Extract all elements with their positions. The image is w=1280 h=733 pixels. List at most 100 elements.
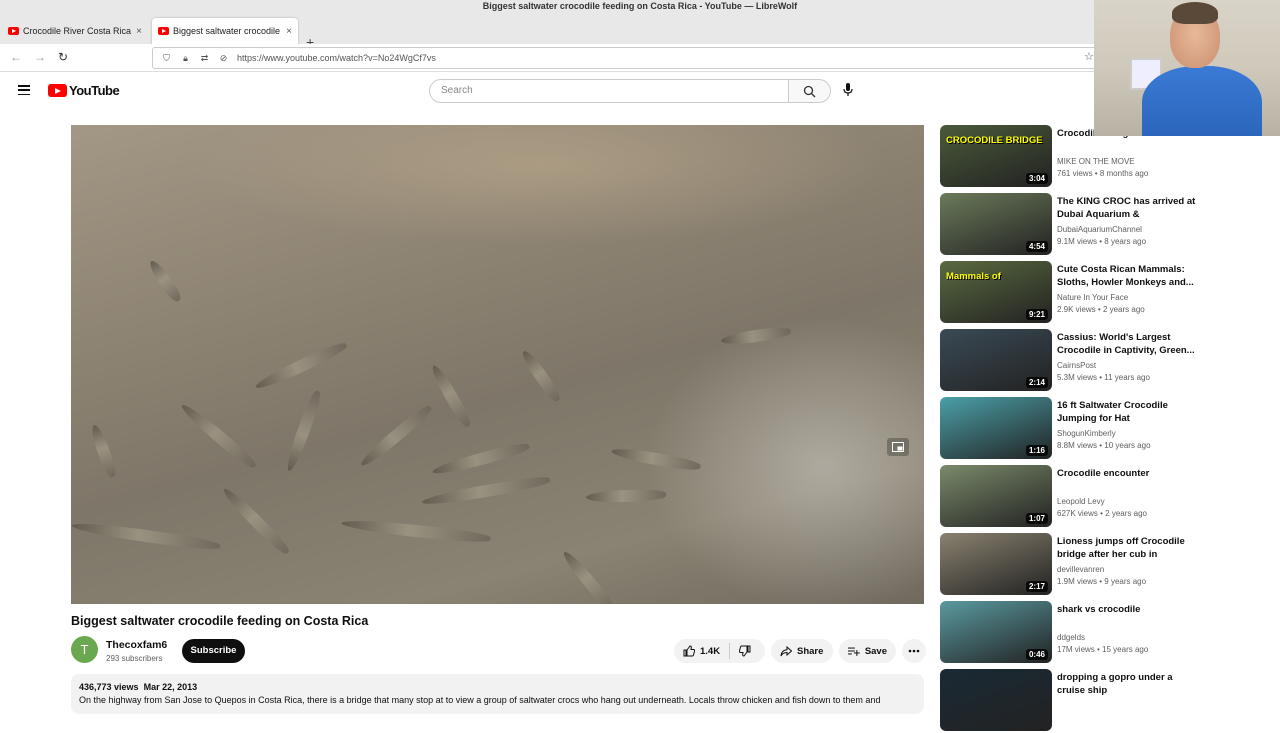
search-input[interactable]: Search [429,79,789,103]
crocodile [283,389,324,473]
crocodile [559,548,618,604]
video-thumbnail[interactable]: 4:54 [940,193,1052,255]
video-thumbnail[interactable]: Mammals of 9:21 [940,261,1052,323]
related-video-meta: 627K views • 2 years ago [1057,509,1147,518]
video-thumbnail[interactable] [940,669,1052,731]
youtube-play-icon [48,84,67,97]
duration-badge: 1:16 [1025,445,1048,456]
search-button[interactable] [789,79,831,103]
close-tab-icon[interactable]: × [286,26,292,37]
duration-badge: 1:07 [1025,513,1048,524]
channel-name[interactable]: Thecoxfam6 [106,639,167,651]
thumbs-up-icon[interactable] [683,645,695,657]
related-video-title[interactable]: Lioness jumps off Crocodile bridge after… [1057,535,1197,561]
description-text: On the highway from San Jose to Quepos i… [79,695,881,705]
related-video-meta: 1.9M views • 9 years ago [1057,577,1147,586]
related-video-title[interactable]: 16 ft Saltwater Crocodile Jumping for Ha… [1057,399,1197,425]
video-title: Biggest saltwater crocodile feeding on C… [71,614,369,628]
tab-biggest-croc[interactable]: Biggest saltwater crocodile feeding on C… [152,18,298,44]
share-button[interactable]: Share [771,639,833,663]
url-text: https://www.youtube.com/watch?v=No24WgCf… [237,53,436,63]
upload-date: Mar 22, 2013 [143,682,198,692]
search-icon [803,85,816,97]
video-player[interactable] [71,125,924,604]
save-button[interactable]: Save [839,639,896,663]
related-video-item[interactable]: Mammals of 9:21 Cute Costa Rican Mammals: … [940,261,1270,325]
related-upload-age: 10 years ago [1104,441,1151,450]
video-thumbnail[interactable]: CROCODILE BRIDGE 3:04 [940,125,1052,187]
url-bar[interactable]: ⛉ 🔒︎ ⇄ ⊘ https://www.youtube.com/watch?v… [152,47,1098,69]
related-video-item[interactable]: 1:07 Crocodile encounter Leopold Levy 627K … [940,465,1270,529]
crocodile [357,402,435,470]
crocodile [518,347,564,405]
related-channel-name[interactable]: DubaiAquariumChannel [1057,225,1142,234]
video-thumbnail[interactable]: 1:16 [940,397,1052,459]
microphone-icon[interactable] [843,83,853,102]
video-thumbnail[interactable]: 2:14 [940,329,1052,391]
channel-avatar[interactable]: T [71,636,98,663]
related-video-title[interactable]: shark vs crocodile [1057,603,1197,616]
thumbnail-caption: Mammals of [946,271,1001,282]
duration-badge: 2:14 [1025,377,1048,388]
related-video-item[interactable]: 4:54 The KING CROC has arrived at Dubai A… [940,193,1270,257]
bookmark-star-icon[interactable]: ☆ [1084,50,1094,63]
related-video-item[interactable]: 2:17 Lioness jumps off Crocodile bridge a… [940,533,1270,597]
picture-in-picture-icon[interactable] [887,438,909,456]
hamburger-menu-icon[interactable] [18,85,30,96]
crocodile [253,339,349,393]
crocodile [428,362,474,430]
related-channel-name[interactable]: CairnsPost [1057,361,1096,370]
save-label: Save [864,645,887,657]
duration-badge: 2:17 [1025,581,1048,592]
video-frame-sandbank [191,125,891,245]
related-channel-name[interactable]: MIKE ON THE MOVE [1057,157,1135,166]
related-view-count: 1.9M views [1057,577,1098,586]
related-video-title[interactable]: dropping a gopro under a cruise ship [1057,671,1197,697]
tab-label: Crocodile River Costa Rica [23,26,132,36]
video-thumbnail[interactable]: 0:46 [940,601,1052,663]
back-icon[interactable]: ← [10,50,22,64]
webcam-person-hair [1172,2,1218,24]
view-count: 436,773 views [79,682,139,692]
related-video-meta: 8.8M views • 10 years ago [1057,441,1151,450]
related-video-item[interactable]: 1:16 16 ft Saltwater Crocodile Jumping fo… [940,397,1270,461]
related-view-count: 761 views [1057,169,1093,178]
related-upload-age: 15 years ago [1102,645,1149,654]
related-channel-name[interactable]: devillevanren [1057,565,1104,574]
crocodile [71,519,222,553]
tab-crocodile-river[interactable]: Crocodile River Costa Rica × [2,18,148,44]
related-channel-name[interactable]: ddgelds [1057,633,1085,642]
related-video-title[interactable]: Crocodile encounter [1057,467,1197,480]
forward-icon[interactable]: → [34,50,46,64]
duration-badge: 4:54 [1025,241,1048,252]
window-title: Biggest saltwater crocodile feeding on C… [0,0,1280,14]
crocodile [431,440,531,478]
crocodile [420,473,552,509]
tab-strip: Crocodile River Costa Rica × Biggest sal… [0,14,1280,50]
related-channel-name[interactable]: ShogunKimberly [1057,429,1116,438]
related-video-title[interactable]: Cute Costa Rican Mammals: Sloths, Howler… [1057,263,1197,289]
video-thumbnail[interactable]: 2:17 [940,533,1052,595]
close-tab-icon[interactable]: × [136,26,142,37]
more-actions-button[interactable] [902,639,926,663]
description-box[interactable]: 436,773 views Mar 22, 2013 On the highwa… [71,674,924,714]
thumbs-down-icon[interactable] [739,645,751,657]
related-video-title[interactable]: Cassius: World's Largest Crocodile in Ca… [1057,331,1197,357]
subscribe-button[interactable]: Subscribe [182,639,245,663]
related-video-item[interactable]: 2:14 Cassius: World's Largest Crocodile i… [940,329,1270,393]
crocodile [88,423,119,479]
reload-icon[interactable]: ↻ [58,50,68,64]
related-video-title[interactable]: The KING CROC has arrived at Dubai Aquar… [1057,195,1197,221]
related-video-item[interactable]: 0:46 shark vs crocodile ddgelds 17M views •… [940,601,1270,665]
related-channel-name[interactable]: Nature In Your Face [1057,293,1128,302]
video-thumbnail[interactable]: 1:07 [940,465,1052,527]
crocodile [178,400,259,472]
like-dislike-group: 1.4K [674,639,765,663]
youtube-logo[interactable]: YouTube [48,83,120,98]
related-video-item[interactable]: dropping a gopro under a cruise ship [940,669,1270,733]
tab-label: Biggest saltwater crocodile feeding on C… [173,26,282,36]
video-frame-water [631,305,924,604]
related-channel-name[interactable]: Leopold Levy [1057,497,1105,506]
logo-text: YouTube [69,83,120,98]
like-count[interactable]: 1.4K [700,646,720,657]
